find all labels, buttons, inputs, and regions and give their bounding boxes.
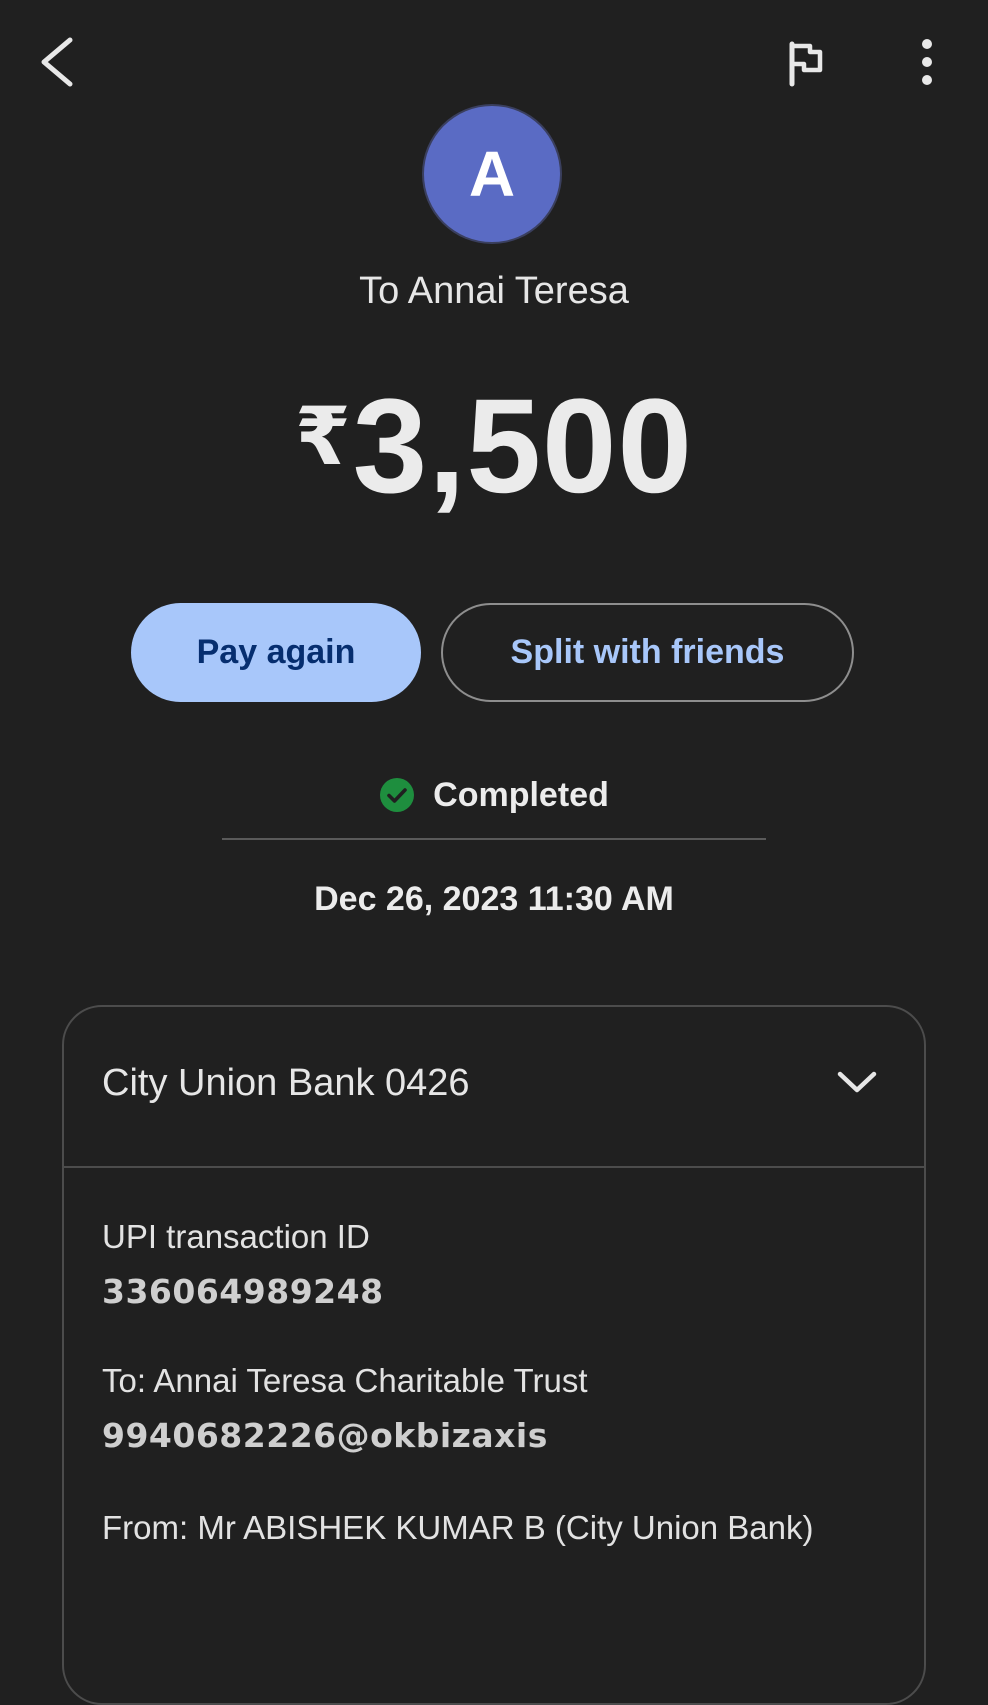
flag-icon xyxy=(789,41,823,87)
payee-name: To Annai Teresa xyxy=(359,270,629,312)
recipient-label: To: Annai Teresa Charitable Trust xyxy=(102,1362,588,1399)
amount-value: 3,500 xyxy=(352,372,693,521)
pay-again-button[interactable]: Pay again xyxy=(131,603,421,702)
report-button[interactable] xyxy=(782,38,830,90)
chevron-left-icon xyxy=(41,37,73,87)
currency-symbol: ₹ xyxy=(295,392,351,481)
more-vert-icon xyxy=(922,39,932,85)
card-divider xyxy=(64,1166,924,1168)
bank-account-name: City Union Bank 0426 xyxy=(102,1062,470,1104)
back-button[interactable] xyxy=(30,30,82,94)
payee-avatar: A xyxy=(424,106,560,242)
check-circle-icon xyxy=(380,778,415,812)
recipient-upi-id: 9940682226@okbizaxis xyxy=(102,1416,548,1455)
transaction-datetime: Dec 26, 2023 11:30 AM xyxy=(314,880,674,918)
upi-id-value: 336064989248 xyxy=(102,1272,384,1311)
upi-id-label: UPI transaction ID xyxy=(102,1218,370,1255)
payment-amount: ₹3,500 xyxy=(0,380,988,514)
sender-label: From: Mr ABISHEK KUMAR B (City Union Ban… xyxy=(102,1509,814,1546)
status-text: Completed xyxy=(433,775,609,814)
split-with-friends-button[interactable]: Split with friends xyxy=(441,603,854,702)
chevron-down-icon[interactable] xyxy=(834,1066,880,1098)
more-options-button[interactable] xyxy=(905,36,949,92)
status-divider xyxy=(222,838,766,840)
status-row: Completed xyxy=(0,772,988,818)
